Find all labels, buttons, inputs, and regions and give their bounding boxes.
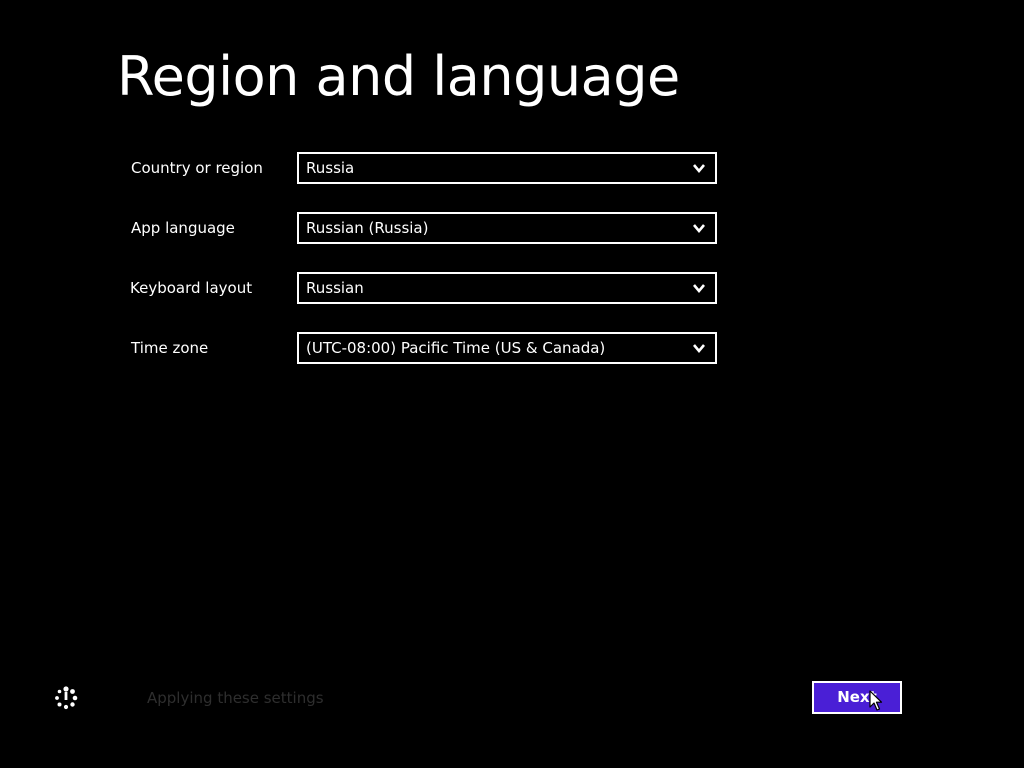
country-region-value: Russia bbox=[306, 159, 355, 177]
chevron-down-icon bbox=[693, 224, 705, 234]
chevron-down-icon bbox=[693, 164, 705, 174]
chevron-down-icon bbox=[693, 284, 705, 294]
keyboard-layout-row: Keyboard layout Russian bbox=[0, 272, 1024, 304]
app-language-row: App language Russian (Russia) bbox=[0, 212, 1024, 244]
app-language-value: Russian (Russia) bbox=[306, 219, 429, 237]
chevron-down-icon bbox=[693, 344, 705, 354]
page-title: Region and language bbox=[117, 45, 680, 108]
status-text: Applying these settings bbox=[147, 689, 324, 707]
next-button[interactable]: Next bbox=[812, 681, 902, 714]
keyboard-layout-label: Keyboard layout bbox=[130, 279, 253, 297]
time-zone-label: Time zone bbox=[131, 339, 209, 357]
time-zone-value: (UTC-08:00) Pacific Time (US & Canada) bbox=[306, 339, 606, 357]
spinner-icon bbox=[55, 686, 78, 710]
app-language-label: App language bbox=[131, 219, 235, 237]
app-language-select[interactable]: Russian (Russia) bbox=[297, 212, 717, 244]
country-region-select[interactable]: Russia bbox=[297, 152, 717, 184]
keyboard-layout-value: Russian bbox=[306, 279, 364, 297]
keyboard-layout-select[interactable]: Russian bbox=[297, 272, 717, 304]
country-region-row: Country or region Russia bbox=[0, 152, 1024, 184]
country-region-label: Country or region bbox=[131, 159, 263, 177]
time-zone-row: Time zone (UTC-08:00) Pacific Time (US &… bbox=[0, 332, 1024, 364]
time-zone-select[interactable]: (UTC-08:00) Pacific Time (US & Canada) bbox=[297, 332, 717, 364]
